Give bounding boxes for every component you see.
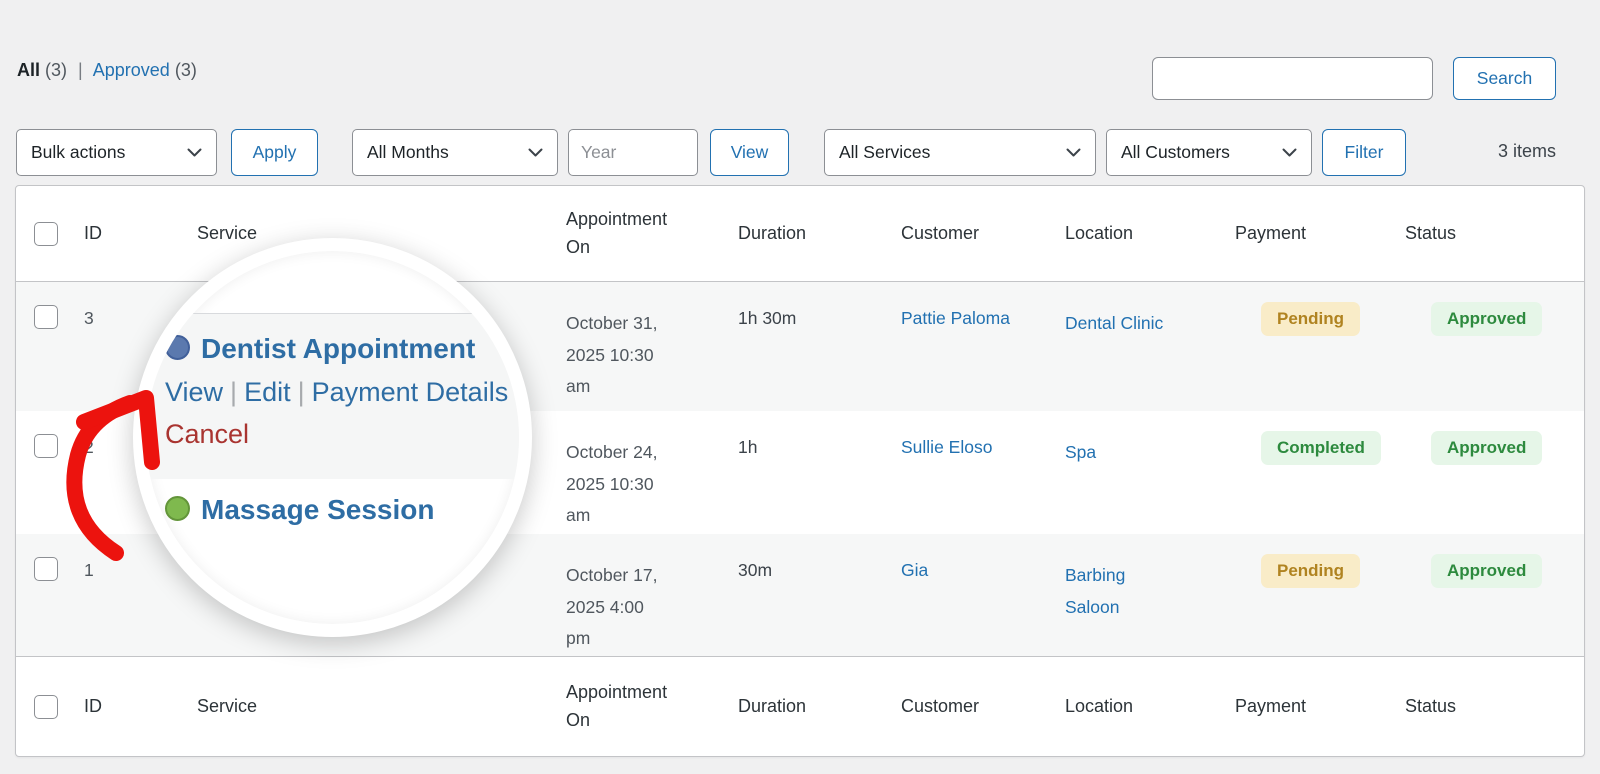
row-action-separator: | [230, 377, 238, 407]
column-header-location[interactable]: Location [1065, 186, 1235, 281]
payment-badge: Completed [1261, 431, 1381, 465]
row-duration: 1h 30m [738, 308, 797, 328]
chevron-down-icon [528, 148, 543, 157]
column-footer-duration[interactable]: Duration [738, 657, 901, 756]
row-action-view[interactable]: View [165, 377, 223, 407]
filter-button[interactable]: Filter [1322, 129, 1406, 176]
all-customers-label: All Customers [1121, 142, 1230, 162]
chevron-down-icon [1066, 148, 1081, 157]
all-services-select[interactable]: All Services [824, 129, 1096, 176]
row-appointment-on: October 31, 2025 10:30 am [566, 313, 658, 396]
customer-link[interactable]: Pattie Paloma [901, 308, 1010, 328]
filter-approved-link[interactable]: Approved [93, 60, 170, 80]
service-name-link[interactable]: Massage Session [201, 494, 434, 526]
column-header-payment[interactable]: Payment [1235, 186, 1405, 281]
all-customers-select[interactable]: All Customers [1106, 129, 1312, 176]
all-services-label: All Services [839, 142, 931, 162]
row-checkbox[interactable] [34, 557, 58, 581]
location-link[interactable]: Dental Clinic [1065, 308, 1163, 340]
magnifier-zoom-overlay: Dentist Appointment View | Edit | Payment De… [133, 238, 532, 637]
select-all-checkbox[interactable] [34, 221, 58, 246]
subset-filters: All (3) | Approved (3) [17, 60, 197, 81]
row-action-payment-details[interactable]: Payment Details [312, 377, 509, 407]
row-action-cancel[interactable]: Cancel [165, 419, 249, 450]
year-input[interactable] [568, 129, 698, 176]
filter-approved-count: (3) [174, 60, 197, 80]
magnified-row-divider [146, 313, 519, 314]
column-footer-payment[interactable]: Payment [1235, 657, 1405, 756]
column-footer-appointment-on[interactable]: Appointment On [566, 657, 738, 756]
column-footer-location[interactable]: Location [1065, 657, 1235, 756]
select-all-checkbox[interactable] [34, 694, 58, 719]
column-header-customer[interactable]: Customer [901, 186, 1065, 281]
column-header-status[interactable]: Status [1405, 186, 1584, 281]
status-badge: Approved [1431, 431, 1543, 465]
status-badge: Approved [1431, 554, 1543, 588]
chevron-down-icon [187, 148, 202, 157]
items-count: 3 items [1497, 141, 1556, 161]
payment-badge: Pending [1261, 554, 1361, 588]
column-header-duration[interactable]: Duration [738, 186, 901, 281]
service-name-link[interactable]: Dentist Appointment [201, 333, 475, 365]
customer-link[interactable]: Sullie Eloso [901, 437, 992, 457]
status-badge: Approved [1431, 302, 1543, 336]
row-action-edit[interactable]: Edit [244, 377, 291, 407]
row-action-separator: | [297, 377, 305, 407]
all-months-select[interactable]: All Months [352, 129, 558, 176]
service-color-dot-blue [165, 335, 190, 360]
row-appointment-on: October 17, 2025 4:00 pm [566, 565, 658, 648]
search-button[interactable]: Search [1453, 57, 1556, 100]
filter-all-count: (3) [45, 60, 68, 80]
search-input[interactable] [1152, 57, 1433, 100]
table-footer-row: ID Service Appointment On Duration Custo… [16, 656, 1584, 756]
row-duration: 1h [738, 437, 758, 457]
view-button[interactable]: View [710, 129, 789, 176]
apply-button[interactable]: Apply [231, 129, 318, 176]
appointments-admin-page: All (3) | Approved (3) Search Bulk actio… [0, 0, 1600, 774]
column-footer-id[interactable]: ID [84, 657, 197, 756]
payment-badge: Pending [1261, 302, 1361, 336]
row-appointment-on: October 24, 2025 10:30 am [566, 442, 658, 525]
bulk-actions-label: Bulk actions [31, 142, 126, 162]
chevron-down-icon [1282, 148, 1297, 157]
row-checkbox[interactable] [34, 305, 58, 329]
bulk-actions-select[interactable]: Bulk actions [16, 129, 217, 176]
row-action-separator: | [515, 377, 523, 407]
row-duration: 30m [738, 560, 773, 580]
column-footer-service[interactable]: Service [197, 657, 566, 756]
all-months-label: All Months [367, 142, 449, 162]
location-link[interactable]: Barbing Saloon [1065, 560, 1177, 623]
row-actions: View | Edit | Payment Details | [165, 377, 523, 408]
column-footer-customer[interactable]: Customer [901, 657, 1065, 756]
filter-separator: | [78, 60, 83, 80]
filter-all-link[interactable]: All [17, 60, 40, 80]
service-color-dot-green [165, 496, 190, 521]
customer-link[interactable]: Gia [901, 560, 928, 580]
column-header-appointment-on[interactable]: Appointment On [566, 186, 738, 281]
location-link[interactable]: Spa [1065, 437, 1096, 469]
row-checkbox[interactable] [34, 434, 58, 458]
column-footer-status[interactable]: Status [1405, 657, 1584, 756]
